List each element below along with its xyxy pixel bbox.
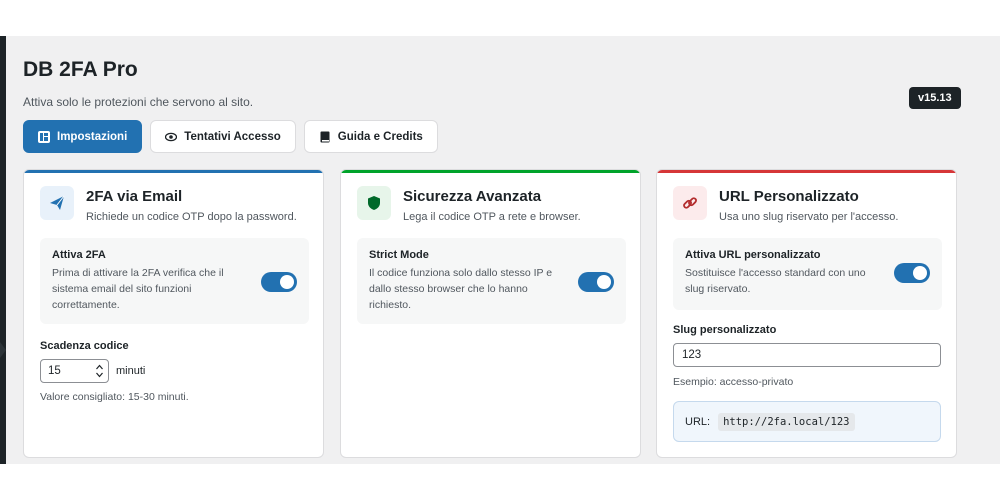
dashboard-icon <box>38 130 50 143</box>
tab-guida-credits[interactable]: Guida e Credits <box>303 120 438 153</box>
slug-hint: Esempio: accesso-privato <box>673 376 794 388</box>
setting-title: Attiva 2FA <box>52 249 106 261</box>
toggle-strict-mode[interactable] <box>578 272 614 292</box>
setting-description: Prima di attivare la 2FA verifica che il… <box>52 267 224 311</box>
setting-attiva-2fa: Attiva 2FA Prima di attivare la 2FA veri… <box>40 238 309 324</box>
setting-description: Sostituisce l'accesso standard con uno s… <box>685 267 866 295</box>
toggle-attiva-url[interactable] <box>894 263 930 283</box>
spinner-icon[interactable] <box>96 363 103 379</box>
url-preview-label: URL: <box>685 415 711 428</box>
card-accent-bar <box>657 170 956 173</box>
expiry-input[interactable]: 15 <box>40 359 109 383</box>
link-icon <box>673 186 707 220</box>
tab-impostazioni[interactable]: Impostazioni <box>23 120 143 153</box>
tab-bar: Impostazioni Tentativi Accesso Guida e C… <box>23 120 438 153</box>
version-badge: v15.13 <box>909 87 961 109</box>
setting-description: Il codice funziona solo dallo stesso IP … <box>369 267 553 311</box>
card-url-personalizzato: URL Personalizzato Usa uno slug riservat… <box>656 169 957 458</box>
expiry-hint: Valore consigliato: 15-30 minuti. <box>40 391 189 403</box>
card-title: Sicurezza Avanzata <box>403 188 542 205</box>
expiry-unit: minuti <box>116 365 146 377</box>
url-preview: URL: http://2fa.local/123 <box>673 401 941 442</box>
setting-title: Attiva URL personalizzato <box>685 249 821 261</box>
shield-icon <box>357 186 391 220</box>
paper-plane-icon <box>40 186 74 220</box>
card-sicurezza-avanzata: Sicurezza Avanzata Lega il codice OTP a … <box>340 169 641 458</box>
toggle-attiva-2fa[interactable] <box>261 272 297 292</box>
admin-sidebar-edge <box>0 36 6 464</box>
card-accent-bar <box>24 170 323 173</box>
setting-title: Strict Mode <box>369 249 429 261</box>
card-title: URL Personalizzato <box>719 188 859 205</box>
book-icon <box>319 131 331 143</box>
url-preview-value: http://2fa.local/123 <box>718 412 855 431</box>
card-title: 2FA via Email <box>86 188 183 205</box>
card-description: Lega il codice OTP a rete e browser. <box>403 211 581 223</box>
tab-label: Tentativi Accesso <box>184 130 281 143</box>
sidebar-collapse-arrow-icon[interactable] <box>0 342 6 358</box>
card-description: Richiede un codice OTP dopo la password. <box>86 211 297 223</box>
card-accent-bar <box>341 170 640 173</box>
page-subtitle: Attiva solo le protezioni che servono al… <box>23 95 254 109</box>
slug-value: 123 <box>682 349 702 361</box>
card-2fa-email: 2FA via Email Richiede un codice OTP dop… <box>23 169 324 458</box>
card-description: Usa uno slug riservato per l'accesso. <box>719 211 899 223</box>
tab-label: Guida e Credits <box>337 130 423 143</box>
setting-attiva-url: Attiva URL personalizzato Sostituisce l'… <box>673 238 942 310</box>
slug-input[interactable]: 123 <box>673 343 941 367</box>
page-title: DB 2FA Pro <box>23 58 138 81</box>
expiry-value: 15 <box>48 365 61 377</box>
tab-label: Impostazioni <box>57 130 128 143</box>
tab-tentativi-accesso[interactable]: Tentativi Accesso <box>150 120 296 153</box>
expiry-label: Scadenza codice <box>40 340 129 352</box>
setting-strict-mode: Strict Mode Il codice funziona solo dall… <box>357 238 626 324</box>
slug-label: Slug personalizzato <box>673 324 777 336</box>
eye-icon <box>165 131 178 143</box>
